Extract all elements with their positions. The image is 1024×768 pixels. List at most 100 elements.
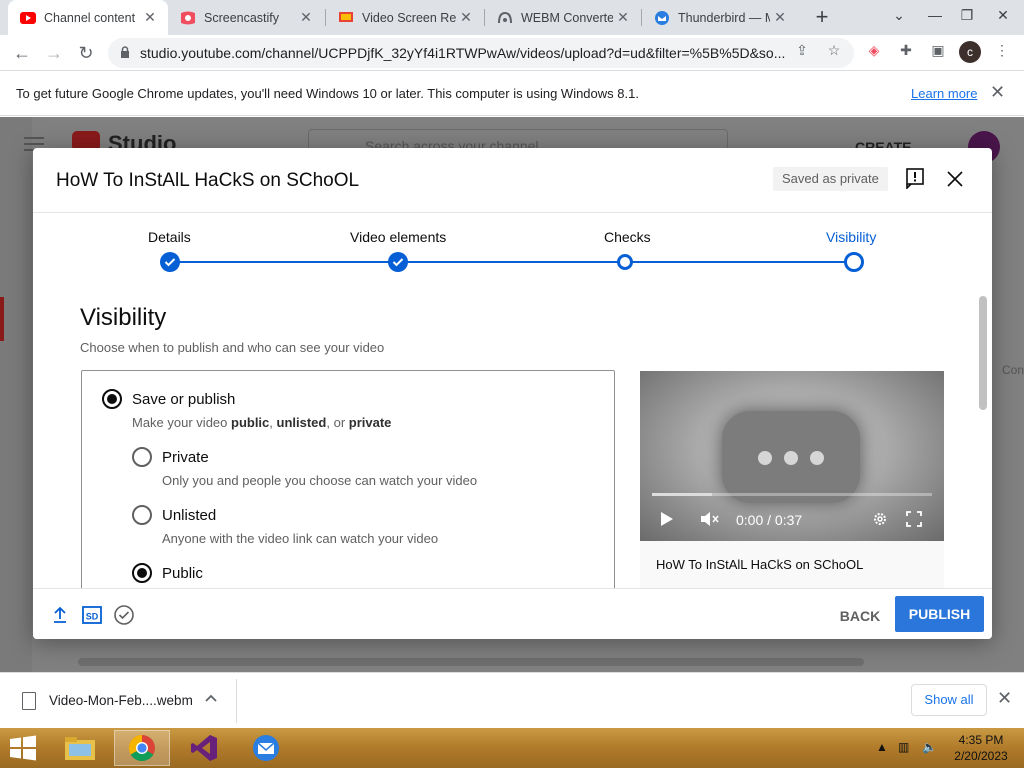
- learn-more-link[interactable]: Learn more: [911, 86, 977, 101]
- chevron-up-icon[interactable]: [205, 691, 217, 705]
- private-desc: Only you and people you choose can watch…: [162, 473, 478, 488]
- forward-arrow-icon[interactable]: →: [40, 39, 68, 67]
- close-icon[interactable]: ✕: [990, 82, 1005, 103]
- unlisted-desc: Anyone with the video link can watch you…: [162, 531, 439, 546]
- back-button[interactable]: BACK: [833, 598, 887, 634]
- private-radio[interactable]: [132, 447, 152, 467]
- update-infobar: To get future Google Chrome updates, you…: [0, 72, 1024, 116]
- close-tab-icon[interactable]: ✕: [456, 9, 476, 26]
- tab-screencastify[interactable]: Screencastify ✕: [168, 0, 324, 35]
- file-explorer-icon[interactable]: [52, 730, 108, 766]
- public-radio[interactable]: [132, 563, 152, 583]
- loading-dot: [810, 451, 824, 465]
- bookmark-star-icon[interactable]: ☆: [822, 38, 846, 62]
- tab-thunderbird[interactable]: Thunderbird — M ✕: [642, 0, 798, 35]
- checks-complete-icon[interactable]: [113, 604, 135, 626]
- close-icon[interactable]: [944, 168, 966, 190]
- publish-button[interactable]: PUBLISH: [895, 596, 984, 632]
- fullscreen-icon[interactable]: [906, 511, 922, 530]
- infobar-message: To get future Google Chrome updates, you…: [16, 86, 639, 101]
- sidebar-background: [0, 117, 32, 672]
- svg-text:SD: SD: [86, 612, 99, 622]
- loading-dot: [758, 451, 772, 465]
- save-or-publish-box: Save or publish Make your video public, …: [81, 370, 615, 588]
- saved-status-badge: Saved as private: [773, 167, 888, 191]
- tab-webm-converter[interactable]: WEBM Converter ✕: [485, 0, 641, 35]
- downloads-separator: [236, 679, 237, 723]
- video-progress-bar[interactable]: [652, 493, 932, 496]
- video-time: 0:00 / 0:37: [736, 512, 803, 528]
- screen-recorder-icon: [338, 10, 354, 26]
- feedback-flag-icon[interactable]: [904, 167, 926, 190]
- windows-taskbar: ▲ ▥ 🔈 4:35 PM 2/20/2023: [0, 728, 1024, 768]
- back-arrow-icon[interactable]: ←: [8, 39, 36, 67]
- converter-icon: [497, 10, 513, 26]
- browser-tab-strip: Channel content ✕ Screencastify ✕ Video …: [0, 0, 1024, 35]
- restore-icon[interactable]: ❐: [950, 0, 984, 30]
- visual-studio-icon[interactable]: [176, 730, 232, 766]
- chrome-icon[interactable]: [114, 730, 170, 766]
- extensions-puzzle-icon[interactable]: ✚: [894, 38, 918, 62]
- downloads-bar: Video-Mon-Feb....webm Show all ✕: [0, 672, 1024, 728]
- step-video-elements-label[interactable]: Video elements: [350, 229, 446, 245]
- step-checks-dot[interactable]: [617, 254, 633, 270]
- address-bar[interactable]: studio.youtube.com/channel/UCPPDjfK_32yY…: [108, 38, 854, 68]
- check-icon[interactable]: [388, 252, 408, 272]
- save-or-publish-desc: Make your video public, unlisted, or pri…: [132, 415, 392, 430]
- volume-icon[interactable]: 🔈: [922, 740, 937, 754]
- save-or-publish-label: Save or publish: [132, 391, 236, 408]
- show-hidden-icons-icon[interactable]: ▲: [876, 740, 888, 754]
- public-label: Public: [162, 565, 203, 582]
- windows-start-icon[interactable]: [8, 735, 38, 761]
- browser-toolbar: ← → ↻ studio.youtube.com/channel/UCPPDjf…: [0, 35, 1024, 71]
- dialog-header-divider: [33, 212, 992, 213]
- close-tab-icon[interactable]: ✕: [296, 9, 316, 26]
- close-icon[interactable]: ✕: [997, 688, 1012, 709]
- close-tab-icon[interactable]: ✕: [770, 9, 790, 26]
- visibility-heading: Visibility: [80, 304, 167, 331]
- upload-dialog: HoW To InStAlL HaCkS on SChoOL Saved as …: [33, 148, 992, 639]
- tab-search-chevron-icon[interactable]: ⌄: [882, 0, 916, 30]
- sd-quality-icon[interactable]: SD: [81, 604, 103, 626]
- taskbar-clock[interactable]: 4:35 PM 2/20/2023: [948, 732, 1014, 764]
- minimize-icon[interactable]: —: [918, 0, 952, 30]
- clock-date: 2/20/2023: [954, 749, 1008, 763]
- check-icon[interactable]: [160, 252, 180, 272]
- url-text: studio.youtube.com/channel/UCPPDjfK_32yY…: [140, 45, 786, 61]
- settings-gear-icon[interactable]: [872, 511, 888, 530]
- show-all-button[interactable]: Show all: [911, 684, 987, 716]
- tab-video-screen-recorder[interactable]: Video Screen Rec ✕: [326, 0, 484, 35]
- upload-arrow-icon[interactable]: [49, 604, 71, 626]
- unlisted-radio[interactable]: [132, 505, 152, 525]
- horizontal-scrollbar: [78, 658, 864, 666]
- step-details-label[interactable]: Details: [148, 229, 191, 245]
- step-visibility-dot[interactable]: [844, 252, 864, 272]
- thunderbird-icon[interactable]: [238, 730, 294, 766]
- close-tab-icon[interactable]: ✕: [140, 9, 160, 26]
- volume-icon[interactable]: [700, 511, 720, 530]
- screencastify-extension-icon[interactable]: ◈: [862, 38, 886, 62]
- save-or-publish-radio[interactable]: [102, 389, 122, 409]
- video-player[interactable]: 0:00 / 0:37: [640, 371, 944, 541]
- tab-channel-content[interactable]: Channel content ✕: [8, 0, 168, 35]
- close-tab-icon[interactable]: ✕: [613, 9, 633, 26]
- youtube-icon: [20, 10, 36, 26]
- step-visibility-label[interactable]: Visibility: [826, 229, 876, 245]
- reload-icon[interactable]: ↻: [72, 39, 100, 67]
- network-icon[interactable]: ▥: [898, 740, 909, 754]
- download-file-name[interactable]: Video-Mon-Feb....webm: [49, 693, 193, 708]
- screencastify-icon: [180, 10, 196, 26]
- dialog-scrollbar[interactable]: [979, 296, 987, 410]
- lock-icon: [120, 45, 130, 61]
- close-window-icon[interactable]: ✕: [986, 0, 1020, 30]
- loading-dot: [784, 451, 798, 465]
- play-icon[interactable]: [660, 511, 674, 530]
- kebab-menu-icon[interactable]: ⋮: [990, 38, 1014, 62]
- share-icon[interactable]: ⇪: [790, 38, 814, 62]
- new-tab-icon[interactable]: +: [810, 4, 834, 30]
- step-checks-label[interactable]: Checks: [604, 229, 651, 245]
- stepper-line: [170, 261, 855, 263]
- profile-avatar[interactable]: c: [959, 41, 981, 63]
- dialog-content: Visibility Choose when to publish and wh…: [33, 288, 992, 588]
- side-panel-icon[interactable]: ▣: [926, 38, 950, 62]
